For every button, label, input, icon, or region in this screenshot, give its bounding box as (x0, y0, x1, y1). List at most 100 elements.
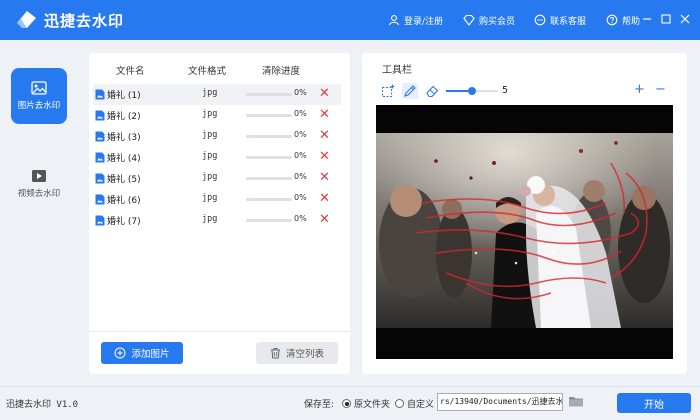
file-row[interactable]: 婚礼 (3) jpg 0% ✕ (93, 126, 341, 147)
video-icon (32, 170, 46, 182)
app-title: 迅捷去水印 (44, 12, 125, 30)
file-row[interactable]: 婚礼 (4) jpg 0% ✕ (93, 147, 341, 168)
file-name: 婚礼 (4) (107, 154, 141, 164)
delete-icon[interactable]: ✕ (319, 87, 330, 101)
file-format: jpg (202, 109, 218, 119)
minimize-icon (643, 18, 651, 20)
progress-percent: 0% (294, 109, 307, 118)
file-list-panel: 文件名 文件格式 清除进度 婚礼 (1) jpg 0% ✕ 婚礼 (2) jpg 0% ✕ 婚礼… (89, 53, 350, 374)
delete-icon[interactable]: ✕ (319, 213, 330, 227)
column-header-progress: 清除进度 (262, 66, 301, 77)
contact-support-button[interactable]: 联系客服 (534, 13, 586, 27)
progress-percent: 0% (294, 193, 307, 202)
sidebar-item-image-watermark[interactable]: 图片去水印 (11, 68, 67, 124)
file-format: jpg (202, 172, 218, 182)
zoom-in-button[interactable]: + (634, 83, 645, 97)
help-icon (606, 14, 618, 26)
delete-icon[interactable]: ✕ (319, 171, 330, 185)
brush-size-value: 5 (502, 85, 509, 96)
brush-tool[interactable] (402, 83, 418, 99)
add-image-label: 添加图片 (131, 349, 170, 360)
delete-icon[interactable]: ✕ (319, 192, 330, 206)
file-row[interactable]: 婚礼 (5) jpg 0% ✕ (93, 168, 341, 189)
contact-support-label: 联系客服 (550, 16, 587, 27)
radio-dot-selected (342, 399, 351, 408)
buy-vip-button[interactable]: 购买会员 (463, 13, 515, 27)
progress-percent: 0% (294, 130, 307, 139)
save-path-field[interactable]: rs/13940/Documents/迅捷去水印 (437, 393, 563, 411)
maximize-button[interactable] (659, 12, 673, 26)
radio-original-label: 原文件夹 (354, 400, 391, 410)
save-to-label: 保存至: (304, 400, 335, 410)
eraser-logo-icon (17, 11, 36, 28)
toolbar-title: 工具栏 (382, 65, 412, 76)
sidebar-item-video-watermark[interactable]: 视频去水印 (11, 156, 67, 212)
divider (89, 331, 350, 332)
file-list-header: 文件名 文件格式 清除进度 (89, 63, 350, 77)
slider-knob[interactable] (468, 87, 476, 95)
progress-bar (246, 177, 292, 180)
eraser-icon (426, 85, 439, 98)
progress-percent: 0% (294, 151, 307, 160)
image-file-icon (95, 215, 105, 226)
clear-list-button[interactable]: 清空列表 (256, 342, 338, 364)
progress-bar (246, 198, 292, 201)
file-name: 婚礼 (7) (107, 217, 141, 227)
column-header-format: 文件格式 (188, 66, 227, 77)
wedding-photo (376, 133, 673, 328)
start-button[interactable]: 开始 (617, 393, 691, 413)
file-row[interactable]: 婚礼 (2) jpg 0% ✕ (93, 105, 341, 126)
delete-icon[interactable]: ✕ (319, 129, 330, 143)
login-label: 登录/注册 (404, 16, 444, 27)
file-name: 婚礼 (1) (107, 91, 141, 101)
folder-icon (569, 397, 583, 407)
radio-custom-label: 自定义 (407, 400, 435, 410)
bottom-bar: 迅捷去水印 V1.0 保存至: 原文件夹 自定义 rs/13940/Docume… (0, 386, 700, 420)
add-image-button[interactable]: 添加图片 (101, 342, 183, 364)
rect-select-tool[interactable] (380, 83, 396, 99)
zoom-out-button[interactable]: − (655, 83, 666, 97)
plus-circle-icon (114, 347, 126, 359)
brush-size-slider[interactable] (446, 87, 498, 95)
chat-icon (534, 14, 546, 26)
eraser-tool[interactable] (424, 83, 440, 99)
help-button[interactable]: 帮助 (606, 13, 640, 27)
tool-panel: 工具栏 5 + − (362, 53, 687, 374)
image-file-icon (95, 152, 105, 163)
column-header-filename: 文件名 (116, 66, 145, 77)
progress-bar (246, 93, 292, 96)
user-icon (388, 15, 400, 26)
image-canvas[interactable] (376, 105, 673, 359)
file-row[interactable]: 婚礼 (6) jpg 0% ✕ (93, 189, 341, 210)
maximize-icon (661, 14, 671, 24)
tool-row: 5 + − (376, 83, 676, 99)
file-row[interactable]: 婚礼 (1) jpg 0% ✕ (93, 84, 341, 105)
file-name: 婚礼 (2) (107, 112, 141, 122)
diamond-icon (463, 14, 475, 26)
file-format: jpg (202, 151, 218, 161)
file-format: jpg (202, 193, 218, 203)
radio-custom-folder[interactable]: 自定义 (395, 397, 434, 410)
file-format: jpg (202, 88, 218, 98)
image-file-icon (95, 173, 105, 184)
progress-bar (246, 135, 292, 138)
delete-icon[interactable]: ✕ (319, 108, 330, 122)
minimize-button[interactable] (640, 12, 654, 26)
file-row[interactable]: 婚礼 (7) jpg 0% ✕ (93, 210, 341, 231)
radio-original-folder[interactable]: 原文件夹 (342, 397, 390, 410)
file-name: 婚礼 (6) (107, 196, 141, 206)
sidebar: 图片去水印 视频去水印 (0, 40, 80, 386)
progress-percent: 0% (294, 172, 307, 181)
version-label: 迅捷去水印 V1.0 (6, 400, 79, 410)
image-file-icon (95, 89, 105, 100)
delete-icon[interactable]: ✕ (319, 150, 330, 164)
help-label: 帮助 (622, 16, 641, 27)
sidebar-item-label: 视频去水印 (17, 189, 61, 199)
image-file-icon (95, 194, 105, 205)
progress-percent: 0% (294, 214, 307, 223)
file-name: 婚礼 (3) (107, 133, 141, 143)
browse-folder-button[interactable] (568, 394, 584, 410)
close-icon (680, 14, 690, 24)
login-button[interactable]: 登录/注册 (388, 13, 443, 27)
close-button[interactable] (678, 12, 692, 26)
